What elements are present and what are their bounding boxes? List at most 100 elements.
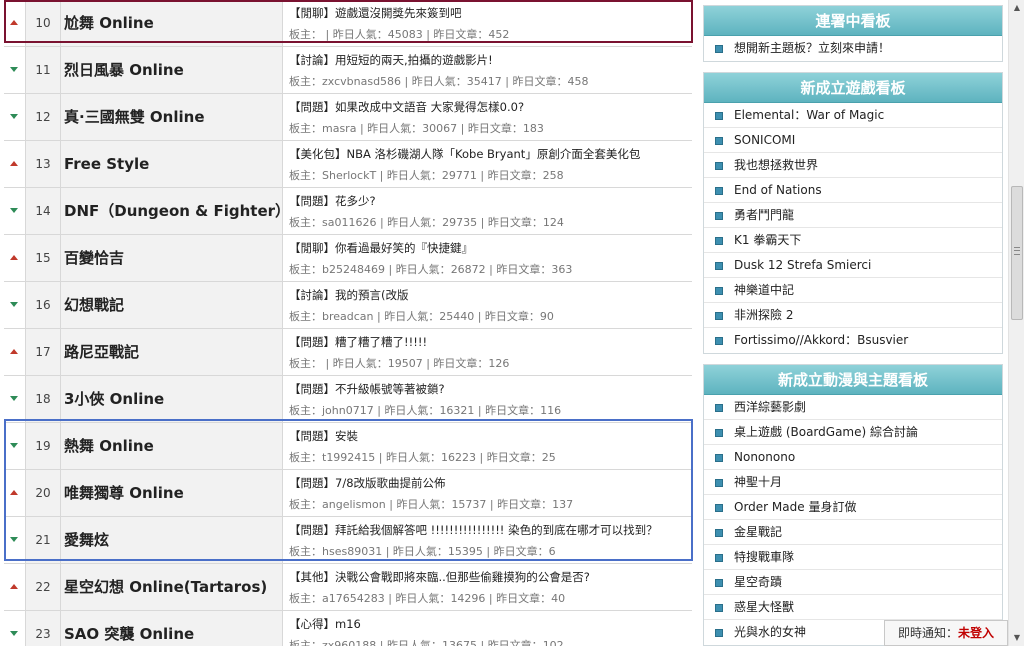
hot-topic-link[interactable]: 【問題】7/8改版歌曲提前公佈: [289, 475, 692, 491]
board-info: 【問題】不升級帳號等著被鎖? 板主：john0717 | 昨日人氣：16321 |…: [283, 376, 692, 422]
popularity-label: 昨日人氣：: [386, 639, 442, 646]
panel-item-link[interactable]: 我也想拯救世界: [704, 153, 1002, 178]
rank-number: 11: [25, 47, 61, 93]
board-name-link[interactable]: DNF（Dungeon & Fighter）: [61, 188, 283, 234]
board-name-link[interactable]: 唯舞獨尊 Online: [61, 470, 283, 516]
panel-item-link[interactable]: Order Made 量身訂做: [704, 495, 1002, 520]
moderator-link[interactable]: breadcan: [322, 310, 374, 323]
panel-item-label: K1 拳霸天下: [734, 233, 802, 247]
panel-item-link[interactable]: End of Nations: [704, 178, 1002, 203]
trend-cell: [4, 611, 25, 646]
panel-item-link[interactable]: 金星戰記: [704, 520, 1002, 545]
board-stats: 板主：sa011626 | 昨日人氣：29735 | 昨日文章：124: [289, 214, 692, 230]
hot-topic-link[interactable]: 【討論】用短短的兩天,拍攝的遊戲影片!: [289, 52, 692, 68]
panel-item-link[interactable]: 勇者鬥門龍: [704, 203, 1002, 228]
moderator-link[interactable]: john0717: [322, 404, 374, 417]
moderator-link[interactable]: t1992415: [322, 451, 375, 464]
board-row: 15 百變恰吉 【閒聊】你看過最好笑的『快捷鍵』 板主：b25248469 | 昨日人…: [4, 235, 692, 282]
panel-item-link[interactable]: Fortissimo//Akkord：Bsusvier: [704, 328, 1002, 353]
board-name-link[interactable]: 尬舞 Online: [61, 0, 283, 46]
hot-topic-link[interactable]: 【其他】決戰公會戰即將來臨..但那些偷雞摸狗的公會是否?: [289, 569, 692, 585]
stats-separator: |: [373, 404, 385, 417]
panel-item-label: Fortissimo//Akkord：Bsusvier: [734, 333, 909, 347]
popularity-label: 昨日人氣：: [332, 28, 388, 41]
board-info: 【討論】我的預言(改版 板主：breadcan | 昨日人氣：25440 | 昨日…: [283, 282, 692, 328]
hot-topic-link[interactable]: 【閒聊】遊戲還沒開獎先來簽到吧: [289, 5, 692, 21]
hot-topic-link[interactable]: 【問題】不升級帳號等著被鎖?: [289, 381, 692, 397]
square-bullet-icon: [715, 479, 723, 487]
board-name-link[interactable]: 路尼亞戰記: [61, 329, 283, 375]
panel-item-link[interactable]: Nononono: [704, 445, 1002, 470]
board-name-link[interactable]: Free Style: [61, 141, 283, 187]
panel-item-link[interactable]: 神樂道中記: [704, 278, 1002, 303]
rank-number: 17: [25, 329, 61, 375]
board-name-link[interactable]: 愛舞炫: [61, 517, 283, 563]
popularity-value: 15395: [447, 545, 483, 558]
stats-separator: |: [486, 498, 498, 511]
panel-item-link[interactable]: 西洋綜藝影劇: [704, 395, 1002, 420]
panel-item-link[interactable]: K1 拳霸天下: [704, 228, 1002, 253]
scroll-down-arrow-icon[interactable]: ▼: [1009, 630, 1024, 646]
login-status-link[interactable]: 未登入: [958, 626, 994, 640]
board-name-link[interactable]: 幻想戰記: [61, 282, 283, 328]
scroll-up-arrow-icon[interactable]: ▲: [1009, 0, 1024, 16]
trend-cell: [4, 47, 25, 93]
panel-item-link[interactable]: 惑星大怪獸: [704, 595, 1002, 620]
board-info: 【閒聊】遊戲還沒開獎先來簽到吧 板主： | 昨日人氣：45083 | 昨日文章：4…: [283, 0, 692, 46]
panel-item-label: 我也想拯救世界: [734, 158, 819, 172]
vertical-scrollbar[interactable]: ▲ ▼: [1008, 0, 1024, 646]
square-bullet-icon: [715, 212, 723, 220]
panel-item-link[interactable]: 想開新主題板？立刻來申請！: [704, 36, 1002, 61]
board-name-link[interactable]: SAO 突襲 Online: [61, 611, 283, 646]
articles-value: 124: [542, 216, 564, 229]
moderator-link[interactable]: hses89031: [322, 545, 382, 558]
moderator-link[interactable]: zxcvbnasd586: [322, 75, 401, 88]
stats-separator: |: [422, 357, 434, 370]
hot-topic-link[interactable]: 【問題】糟了糟了糟了!!!!!: [289, 334, 692, 350]
hot-topic-link[interactable]: 【心得】m16: [289, 616, 692, 632]
hot-topic-link[interactable]: 【閒聊】你看過最好笑的『快捷鍵』: [289, 240, 692, 256]
stats-separator: |: [474, 404, 486, 417]
stats-separator: |: [482, 545, 494, 558]
board-name-link[interactable]: 百變恰吉: [61, 235, 283, 281]
notification-bar[interactable]: 即時通知：未登入: [884, 620, 1008, 646]
panel-item-link[interactable]: SONICOMI: [704, 128, 1002, 153]
scroll-thumb[interactable]: [1011, 186, 1023, 320]
board-name-link[interactable]: 真·三國無雙 Online: [61, 94, 283, 140]
hot-topic-link[interactable]: 【問題】安裝: [289, 428, 692, 444]
board-name-link[interactable]: 3小俠 Online: [61, 376, 283, 422]
panel-item-link[interactable]: Dusk 12 Strefa Smierci: [704, 253, 1002, 278]
panel-list-new-anime: 西洋綜藝影劇 桌上遊戲 (BoardGame) 綜合討論 Nononono 神聖十月 O…: [704, 395, 1002, 645]
moderator-link[interactable]: b25248469: [322, 263, 385, 276]
panel-item-link[interactable]: 神聖十月: [704, 470, 1002, 495]
moderator-link[interactable]: masra: [322, 122, 356, 135]
trend-cell: [4, 0, 25, 46]
square-bullet-icon: [715, 604, 723, 612]
moderator-link[interactable]: angelismon: [322, 498, 386, 511]
panel-item-link[interactable]: 特搜戰車隊: [704, 545, 1002, 570]
moderator-label: 板主：: [289, 404, 322, 417]
board-name-link[interactable]: 星空幻想 Online(Tartaros): [61, 564, 283, 610]
board-name-link[interactable]: 烈日風暴 Online: [61, 47, 283, 93]
panel-item-link[interactable]: 桌上遊戲 (BoardGame) 綜合討論: [704, 420, 1002, 445]
board-name-link[interactable]: 熱舞 Online: [61, 423, 283, 469]
panel-item-link[interactable]: 星空奇蹟: [704, 570, 1002, 595]
moderator-link[interactable]: zx960188: [322, 639, 376, 646]
panel-item-link[interactable]: Elemental：War of Magic: [704, 103, 1002, 128]
moderator-link[interactable]: sa011626: [322, 216, 376, 229]
hot-topic-link[interactable]: 【討論】我的預言(改版: [289, 287, 692, 303]
hot-topic-link[interactable]: 【美化包】NBA 洛杉磯湖人隊「Kobe Bryant」原創介面全套美化包: [289, 146, 692, 162]
panel-item-link[interactable]: 非洲探險 2: [704, 303, 1002, 328]
stats-separator: |: [485, 263, 497, 276]
hot-topic-link[interactable]: 【問題】如果改成中文語音 大家覺得怎樣0.0?: [289, 99, 692, 115]
stats-separator: |: [382, 545, 393, 558]
moderator-label: 板主：: [289, 263, 322, 276]
board-row: 11 烈日風暴 Online 【討論】用短短的兩天,拍攝的遊戲影片! 板主：zxcvb…: [4, 47, 692, 94]
square-bullet-icon: [715, 337, 723, 345]
moderator-link[interactable]: SherlockT: [322, 169, 376, 182]
moderator-link[interactable]: a17654283: [322, 592, 385, 605]
hot-topic-link[interactable]: 【問題】拜託給我個解答吧 !!!!!!!!!!!!!!!! 染色的到底在哪才可以…: [289, 522, 692, 538]
hot-topic-link[interactable]: 【問題】花多少?: [289, 193, 692, 209]
square-bullet-icon: [715, 162, 723, 170]
board-info: 【心得】m16 板主：zx960188 | 昨日人氣：13675 | 昨日文章：1…: [283, 611, 692, 646]
